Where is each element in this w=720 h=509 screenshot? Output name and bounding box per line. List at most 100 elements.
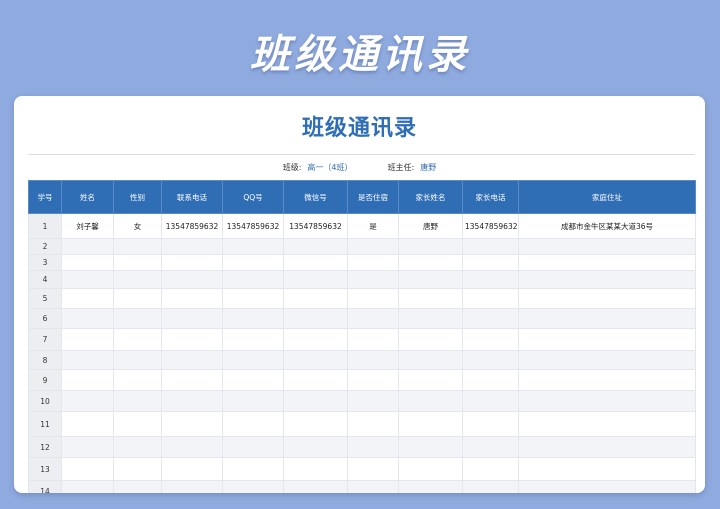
table-cell[interactable] — [222, 350, 284, 370]
table-cell[interactable] — [113, 238, 162, 255]
table-cell[interactable]: 唐野 — [398, 213, 463, 239]
table-cell[interactable] — [113, 350, 162, 370]
table-cell[interactable] — [283, 308, 348, 329]
table-cell[interactable] — [161, 457, 223, 481]
table-cell[interactable] — [283, 480, 348, 493]
table-cell[interactable] — [283, 254, 348, 271]
table-cell[interactable] — [61, 411, 114, 437]
table-cell[interactable] — [462, 288, 519, 309]
table-cell[interactable] — [398, 328, 463, 351]
table-cell[interactable] — [283, 350, 348, 370]
row-number-cell[interactable]: 9 — [28, 369, 62, 391]
table-cell[interactable] — [518, 308, 696, 329]
table-cell[interactable] — [283, 457, 348, 481]
table-cell[interactable] — [222, 288, 284, 309]
table-cell[interactable] — [283, 238, 348, 255]
table-cell[interactable] — [61, 369, 114, 391]
table-cell[interactable] — [61, 238, 114, 255]
row-number-cell[interactable]: 10 — [28, 390, 62, 412]
table-cell[interactable] — [518, 480, 696, 493]
table-cell[interactable] — [222, 238, 284, 255]
table-cell[interactable] — [61, 350, 114, 370]
table-cell[interactable] — [161, 436, 223, 458]
table-cell[interactable] — [283, 328, 348, 351]
table-cell[interactable] — [161, 308, 223, 329]
table-cell[interactable] — [398, 390, 463, 412]
table-cell[interactable] — [462, 436, 519, 458]
table-cell[interactable] — [222, 308, 284, 329]
table-cell[interactable] — [113, 390, 162, 412]
table-cell[interactable] — [518, 411, 696, 437]
table-cell[interactable] — [347, 411, 399, 437]
table-cell[interactable] — [61, 480, 114, 493]
table-cell[interactable] — [61, 308, 114, 329]
table-cell[interactable] — [518, 390, 696, 412]
table-cell[interactable] — [398, 457, 463, 481]
table-cell[interactable] — [283, 390, 348, 412]
table-cell[interactable] — [61, 288, 114, 309]
table-cell[interactable] — [462, 270, 519, 289]
table-cell[interactable] — [347, 350, 399, 370]
table-cell[interactable] — [518, 270, 696, 289]
table-cell[interactable] — [161, 328, 223, 351]
table-cell[interactable] — [161, 270, 223, 289]
table-cell[interactable] — [398, 480, 463, 493]
table-cell[interactable] — [61, 270, 114, 289]
table-cell[interactable] — [398, 288, 463, 309]
table-cell[interactable] — [462, 369, 519, 391]
table-cell[interactable] — [161, 350, 223, 370]
table-cell[interactable] — [398, 238, 463, 255]
table-cell[interactable] — [61, 254, 114, 271]
table-cell[interactable] — [398, 350, 463, 370]
table-cell[interactable]: 刘子馨 — [61, 213, 114, 239]
row-number-cell[interactable]: 13 — [28, 457, 62, 481]
table-cell[interactable] — [462, 328, 519, 351]
row-number-cell[interactable]: 4 — [28, 270, 62, 289]
table-cell[interactable] — [518, 254, 696, 271]
table-cell[interactable] — [398, 308, 463, 329]
table-cell[interactable] — [518, 369, 696, 391]
table-cell[interactable] — [518, 328, 696, 351]
table-cell[interactable]: 13547859632 — [161, 213, 223, 239]
table-cell[interactable] — [113, 254, 162, 271]
table-cell[interactable] — [347, 288, 399, 309]
table-cell[interactable] — [462, 350, 519, 370]
table-cell[interactable] — [113, 288, 162, 309]
table-cell[interactable] — [398, 254, 463, 271]
table-cell[interactable] — [518, 436, 696, 458]
table-cell[interactable] — [222, 411, 284, 437]
table-cell[interactable] — [61, 390, 114, 412]
row-number-cell[interactable]: 12 — [28, 436, 62, 458]
row-number-cell[interactable]: 11 — [28, 411, 62, 437]
table-cell[interactable] — [161, 411, 223, 437]
table-cell[interactable] — [161, 480, 223, 493]
table-cell[interactable] — [161, 254, 223, 271]
table-cell[interactable] — [113, 328, 162, 351]
table-cell[interactable]: 13547859632 — [462, 213, 519, 239]
table-cell[interactable] — [347, 254, 399, 271]
table-cell[interactable] — [462, 480, 519, 493]
row-number-cell[interactable]: 1 — [28, 213, 62, 239]
table-cell[interactable] — [161, 238, 223, 255]
table-cell[interactable]: 女 — [113, 213, 162, 239]
row-number-cell[interactable]: 2 — [28, 238, 62, 255]
table-cell[interactable] — [113, 308, 162, 329]
table-cell[interactable] — [222, 457, 284, 481]
table-cell[interactable] — [283, 411, 348, 437]
table-cell[interactable] — [61, 436, 114, 458]
table-cell[interactable]: 13547859632 — [283, 213, 348, 239]
table-cell[interactable] — [347, 457, 399, 481]
table-cell[interactable] — [518, 288, 696, 309]
table-cell[interactable] — [398, 436, 463, 458]
table-cell[interactable] — [347, 369, 399, 391]
table-cell[interactable] — [113, 369, 162, 391]
row-number-cell[interactable]: 5 — [28, 288, 62, 309]
table-cell[interactable] — [347, 436, 399, 458]
table-cell[interactable] — [222, 270, 284, 289]
table-cell[interactable] — [347, 390, 399, 412]
table-cell[interactable] — [283, 288, 348, 309]
row-number-cell[interactable]: 3 — [28, 254, 62, 271]
table-cell[interactable] — [113, 480, 162, 493]
table-cell[interactable] — [222, 328, 284, 351]
table-cell[interactable] — [347, 480, 399, 493]
